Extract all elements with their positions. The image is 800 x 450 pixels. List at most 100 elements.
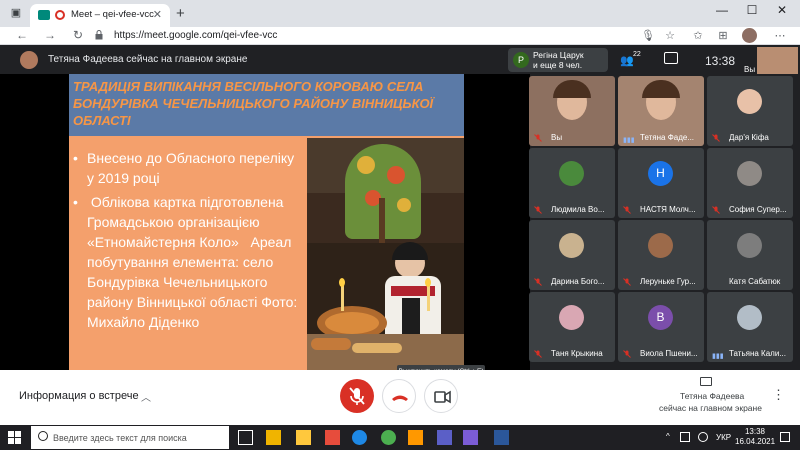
favorite-star-icon[interactable]: ☆ xyxy=(662,29,678,42)
participant-tile[interactable]: Н НАСТЯ Молч... xyxy=(618,148,704,218)
app-icon[interactable] xyxy=(325,430,340,445)
presenter-name: Тетяна Фадеева xyxy=(680,391,745,401)
present-screen-icon[interactable] xyxy=(700,377,712,386)
recording-indicator-icon xyxy=(55,10,65,20)
chevron-up-icon[interactable]: ︿ xyxy=(141,389,151,404)
meeting-controls-bar: Информация о встрече ︿ Тетяна Фадеева се… xyxy=(0,370,800,425)
mic-off-icon xyxy=(534,134,542,142)
participant-name: Леруньке Гур... xyxy=(640,277,696,286)
meeting-clock: 13:38 xyxy=(705,54,736,68)
mic-toggle-button[interactable] xyxy=(340,379,374,413)
presenter-title: Тетяна Фадеева сейчас на главном экране xyxy=(48,54,248,65)
participant-name: Катя Сабатюк xyxy=(729,277,781,286)
participant-name: Таня Крыкина xyxy=(551,349,603,358)
windows-start-icon[interactable] xyxy=(8,431,21,444)
mic-off-icon xyxy=(349,387,365,405)
participant-tile[interactable]: Леруньке Гур... xyxy=(618,220,704,290)
new-tab-button[interactable]: + xyxy=(176,5,185,22)
edge-icon[interactable] xyxy=(352,430,367,445)
participant-tile[interactable]: Людмила Во... xyxy=(529,148,615,218)
taskbar-search-box[interactable]: Введите здесь текст для поиска xyxy=(31,426,229,449)
slide-bullet-2: • Облікова картка підготовлена Громадськ… xyxy=(73,192,305,332)
tray-date[interactable]: 16.04.2021 xyxy=(735,437,775,446)
store-icon[interactable] xyxy=(266,430,281,445)
tray-chevron-icon[interactable]: ^ xyxy=(666,432,670,441)
presenter-status: сейчас на главном экране xyxy=(659,403,762,413)
participant-avatar xyxy=(559,305,584,330)
notifications-icon[interactable] xyxy=(780,432,790,442)
end-call-button[interactable] xyxy=(382,379,416,413)
participant-avatar: В xyxy=(648,305,673,330)
volume-icon[interactable] xyxy=(698,432,708,442)
window-close-button[interactable]: ✕ xyxy=(772,3,792,17)
self-video-thumbnail[interactable] xyxy=(757,47,798,75)
participant-tile[interactable]: Дарина Бого... xyxy=(529,220,615,290)
microphone-icon[interactable]: 🎙 xyxy=(640,29,656,42)
slide-photo xyxy=(307,138,464,370)
mic-off-icon xyxy=(534,350,542,358)
slide-bullets: • Внесено до Обласного переліку у 2019 р… xyxy=(73,148,305,336)
participant-name: Людмила Во... xyxy=(551,205,605,214)
window-minimize-button[interactable]: — xyxy=(712,3,732,17)
network-icon[interactable] xyxy=(680,432,690,442)
chat-icon[interactable] xyxy=(664,52,678,64)
task-view-icon[interactable] xyxy=(238,430,253,445)
refresh-icon[interactable]: ↻ xyxy=(70,28,86,42)
participant-tile[interactable]: ▮▮▮ Татьяна Кали... xyxy=(707,292,793,362)
address-bar: ← → ↻ https://meet.google.com/qei-vfee-v… xyxy=(0,27,800,45)
back-icon[interactable]: ← xyxy=(14,28,30,42)
mic-off-icon xyxy=(534,206,542,214)
meeting-info-button[interactable]: Информация о встрече xyxy=(19,390,139,402)
favorites-icon[interactable]: ✩ xyxy=(690,29,706,42)
chrome-icon[interactable] xyxy=(381,430,396,445)
slide-bullet-1: • Внесено до Обласного переліку у 2019 р… xyxy=(73,148,305,188)
camera-toggle-button[interactable] xyxy=(424,379,458,413)
tab-close-icon[interactable]: ✕ xyxy=(153,8,162,21)
participant-name: Татьяна Кали... xyxy=(729,349,786,358)
url-field[interactable]: https://meet.google.com/qei-vfee-vcc xyxy=(114,30,277,41)
speaking-indicator-icon: ▮▮▮ xyxy=(623,137,635,144)
lock-icon[interactable] xyxy=(95,30,103,40)
participant-avatar: Н xyxy=(648,161,673,186)
tab-title: Meet – qei-vfee-vcc xyxy=(71,9,154,20)
participant-tile[interactable]: Дар'я Кіфа xyxy=(707,76,793,146)
join-notification[interactable]: Р Регіна Царук и еще 8 чел. xyxy=(508,48,608,72)
participant-tile[interactable]: ▮▮▮ Тетяна Фаде... xyxy=(618,76,704,146)
participant-tile[interactable]: Вы xyxy=(529,76,615,146)
participant-avatar xyxy=(559,233,584,258)
windows-taskbar: Введите здесь текст для поиска ^ УКР 13:… xyxy=(0,425,800,450)
participant-tile[interactable]: София Супер... xyxy=(707,148,793,218)
people-icon[interactable]: 👥 xyxy=(620,54,634,67)
browser-tab-meet[interactable]: Meet – qei-vfee-vcc ✕ xyxy=(30,4,170,27)
slide-title: ТРАДИЦІЯ ВИПІКАННЯ ВЕСІЛЬНОГО КОРОВАЮ СЕ… xyxy=(73,79,434,128)
participant-name: София Супер... xyxy=(729,205,787,214)
participant-name: Тетяна Фаде... xyxy=(640,133,695,142)
profile-avatar[interactable] xyxy=(742,28,757,43)
browser-menu-icon[interactable]: ⋯ xyxy=(772,29,788,42)
participant-avatar xyxy=(737,233,762,258)
collections-icon[interactable]: ⊞ xyxy=(715,29,731,42)
mic-off-icon xyxy=(712,134,720,142)
forward-icon[interactable]: → xyxy=(42,28,58,42)
viber-icon[interactable] xyxy=(463,430,478,445)
participant-avatar xyxy=(737,305,762,330)
app-icon[interactable] xyxy=(408,430,423,445)
bullet-mark: • xyxy=(73,194,78,210)
participant-name: НАСТЯ Молч... xyxy=(640,205,696,214)
participant-video-hair xyxy=(553,80,591,98)
slide-bullet-2-text: Облікова картка підготовлена Громадською… xyxy=(87,194,302,330)
window-maximize-button[interactable]: ☐ xyxy=(742,3,762,17)
participant-avatar xyxy=(737,89,762,114)
tab-actions-icon[interactable]: ▣ xyxy=(8,5,24,21)
participant-tile[interactable]: Таня Крыкина xyxy=(529,292,615,362)
participant-name: Дарина Бого... xyxy=(551,277,605,286)
video-camera-icon xyxy=(434,390,451,404)
teams-icon[interactable] xyxy=(437,430,452,445)
participant-tile[interactable]: Катя Сабатюк xyxy=(707,220,793,290)
word-icon[interactable] xyxy=(494,430,509,445)
file-explorer-icon[interactable] xyxy=(296,430,311,445)
participant-tile[interactable]: В Виола Пшени... xyxy=(618,292,704,362)
keyboard-language[interactable]: УКР xyxy=(716,433,731,442)
more-vert-icon[interactable]: ⋮ xyxy=(772,387,785,403)
tray-time[interactable]: 13:38 xyxy=(737,427,773,436)
